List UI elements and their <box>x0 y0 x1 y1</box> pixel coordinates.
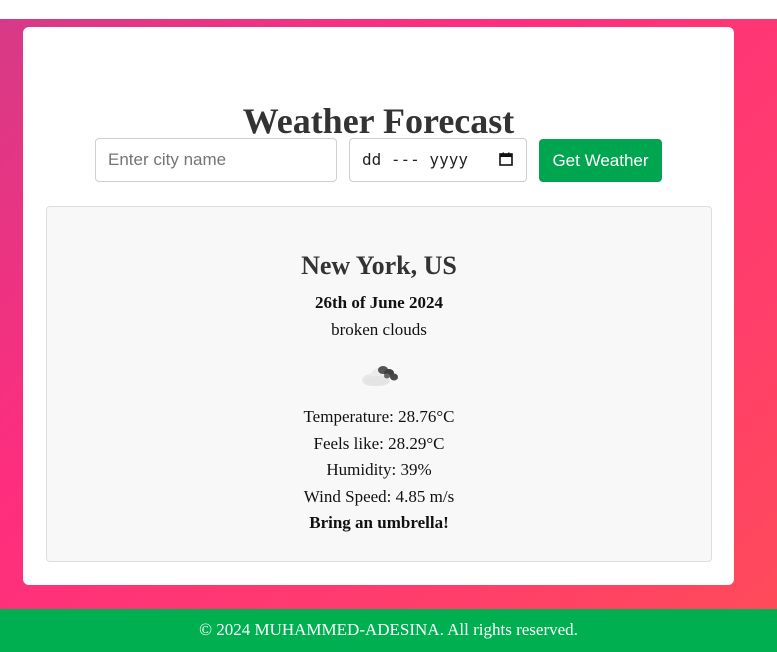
city-input[interactable] <box>95 138 337 182</box>
weather-result-panel: New York, US 26th of June 2024 broken cl… <box>46 206 712 562</box>
date-input[interactable]: dd --- yyyy <box>349 138 527 182</box>
humidity-text: Humidity: 39% <box>326 460 432 479</box>
forecast-date: 26th of June 2024 <box>315 293 443 312</box>
weather-description: broken clouds <box>331 320 427 339</box>
location-heading: New York, US <box>301 251 457 280</box>
calendar-icon[interactable] <box>499 152 513 166</box>
feels-like-text: Feels like: 28.29°C <box>313 434 445 453</box>
temperature-text: Temperature: 28.76°C <box>303 407 455 426</box>
get-weather-button[interactable]: Get Weather <box>539 139 662 182</box>
wind-speed-text: Wind Speed: 4.85 m/s <box>303 487 455 506</box>
footer-copyright: © 2024 MUHAMMED-ADESINA. All rights rese… <box>199 620 578 639</box>
umbrella-advice: Bring an umbrella! <box>309 513 449 532</box>
weather-card: Weather Forecast dd --- yyyy Get Weather… <box>23 27 734 585</box>
page-title: Weather Forecast <box>242 101 515 141</box>
broken-clouds-icon <box>362 366 398 386</box>
footer: © 2024 MUHAMMED-ADESINA. All rights rese… <box>0 609 777 652</box>
date-input-text: dd --- yyyy <box>362 150 468 169</box>
